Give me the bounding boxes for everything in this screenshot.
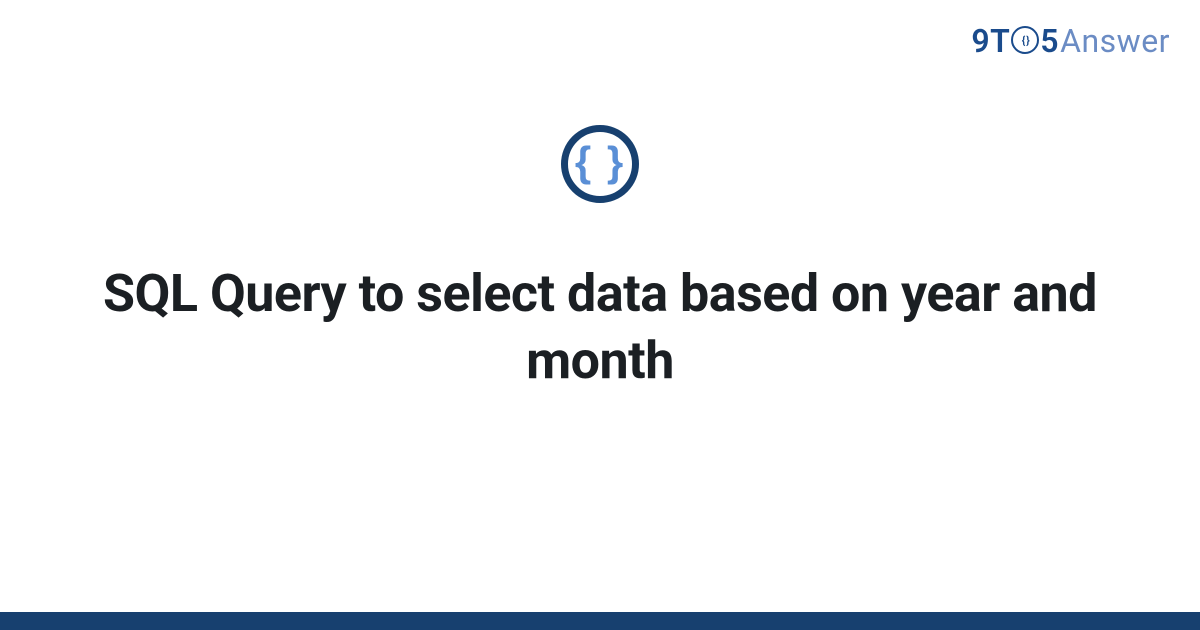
braces-glyph: { }	[575, 141, 625, 183]
brand-o-inner: { }	[1022, 34, 1029, 47]
brand-logo: 9 T { } 5 Answer	[971, 22, 1170, 60]
brand-5: 5	[1040, 22, 1059, 60]
brand-t: T	[990, 22, 1010, 60]
code-braces-icon: { }	[561, 125, 639, 203]
main-content: { } SQL Query to select data based on ye…	[0, 125, 1200, 394]
page-title: SQL Query to select data based on year a…	[60, 261, 1140, 394]
brand-9: 9	[971, 22, 990, 60]
brand-answer: Answer	[1060, 22, 1170, 60]
footer-accent-bar	[0, 612, 1200, 630]
brand-o-circle-icon: { }	[1011, 26, 1039, 54]
